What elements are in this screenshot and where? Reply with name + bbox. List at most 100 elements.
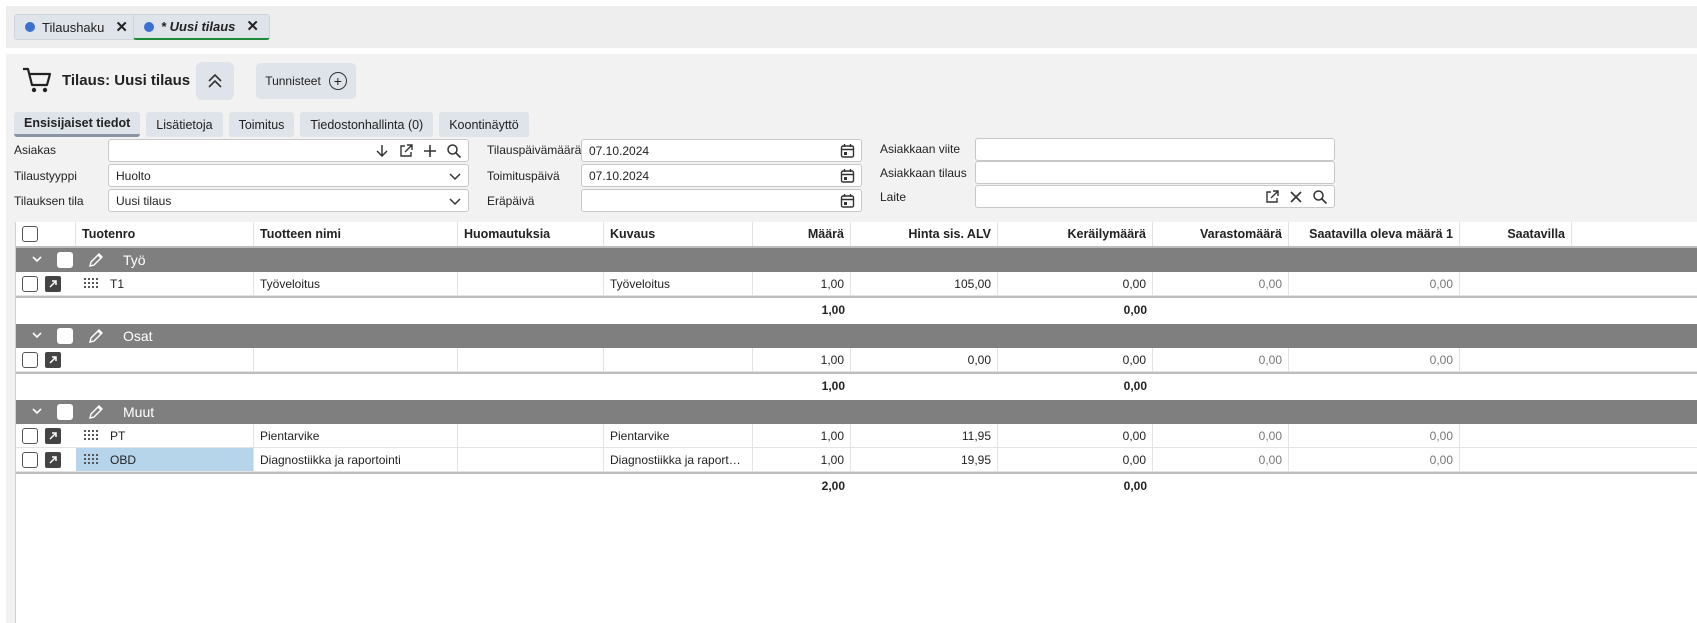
group-checkbox[interactable]: [57, 404, 73, 420]
open-row-icon[interactable]: [45, 428, 61, 444]
tab-tiedostonhallinta[interactable]: Tiedostonhallinta (0): [300, 112, 434, 137]
col-tuotteen-nimi[interactable]: Tuotteen nimi: [254, 222, 458, 246]
cell-kerailymaara[interactable]: 0,00: [998, 348, 1153, 371]
col-maara[interactable]: Määrä: [753, 222, 851, 246]
close-icon[interactable]: ✕: [246, 19, 259, 34]
close-icon[interactable]: ✕: [115, 20, 128, 35]
toimituspvm-value: 07.10.2024: [589, 168, 650, 183]
tilauspvm-field[interactable]: 07.10.2024: [581, 139, 862, 162]
col-saatavilla1[interactable]: Saatavilla oleva määrä 1: [1289, 222, 1460, 246]
col-hinta[interactable]: Hinta sis. ALV: [851, 222, 998, 246]
cell-tuotenro[interactable]: T1: [76, 272, 254, 295]
pencil-icon[interactable]: [87, 251, 105, 269]
group-checkbox[interactable]: [57, 328, 73, 344]
doc-tab-uusi-tilaus[interactable]: * Uusi tilaus ✕: [133, 14, 270, 40]
cell-tuotenro[interactable]: PT: [76, 424, 254, 447]
col-kerailymaara[interactable]: Keräilymäärä: [998, 222, 1153, 246]
row-checkbox[interactable]: [22, 276, 38, 292]
doc-tab-tilaushaku[interactable]: Tilaushaku ✕: [14, 14, 139, 40]
row-checkbox[interactable]: [22, 428, 38, 444]
select-all-checkbox[interactable]: [22, 226, 38, 242]
cell-huomautuksia[interactable]: [458, 272, 604, 295]
cell-hinta[interactable]: 0,00: [851, 348, 998, 371]
cell-maara[interactable]: 1,00: [753, 348, 851, 371]
asiakkaan-tilaus-field[interactable]: [975, 161, 1335, 184]
open-external-icon[interactable]: [398, 143, 414, 159]
search-icon[interactable]: [1312, 189, 1328, 205]
cell-nimi[interactable]: [254, 348, 458, 371]
plus-icon[interactable]: [422, 143, 438, 159]
group-header-muut[interactable]: Muut: [16, 400, 1697, 424]
laite-field[interactable]: [975, 185, 1335, 208]
table-row[interactable]: PT Pientarvike Pientarvike 1,00 11,95 0,…: [16, 424, 1697, 448]
tab-ensisijaiset-tiedot[interactable]: Ensisijaiset tiedot: [14, 112, 141, 137]
chevron-down-icon[interactable]: [30, 252, 44, 266]
cell-nimi[interactable]: Diagnostiikka ja raportointi: [254, 448, 458, 471]
cell-kerailymaara[interactable]: 0,00: [998, 424, 1153, 447]
col-tuotenro[interactable]: Tuotenro: [76, 222, 254, 246]
erapaiva-field[interactable]: [581, 189, 862, 212]
col-huomautuksia[interactable]: Huomautuksia: [458, 222, 604, 246]
tab-toimitus[interactable]: Toimitus: [228, 112, 295, 137]
calendar-icon[interactable]: [840, 168, 855, 184]
cell-maara[interactable]: 1,00: [753, 272, 851, 295]
col-kuvaus[interactable]: Kuvaus: [604, 222, 753, 246]
tilauksen-tila-select[interactable]: Uusi tilaus: [108, 189, 469, 212]
cell-varastomaara: 0,00: [1153, 424, 1289, 447]
pencil-icon[interactable]: [87, 403, 105, 421]
cell-huomautuksia[interactable]: [458, 424, 604, 447]
tab-lisatietoja[interactable]: Lisätietoja: [146, 112, 223, 137]
toimituspvm-field[interactable]: 07.10.2024: [581, 164, 862, 187]
chevron-down-icon[interactable]: [30, 404, 44, 418]
group-header-tyo[interactable]: Työ: [16, 248, 1697, 272]
collapse-button[interactable]: [196, 62, 234, 100]
cell-maara[interactable]: 1,00: [753, 448, 851, 471]
cell-hinta[interactable]: 11,95: [851, 424, 998, 447]
cell-kuvaus[interactable]: [604, 348, 753, 371]
search-icon[interactable]: [446, 143, 462, 159]
asiakas-field[interactable]: [108, 139, 469, 162]
cell-saatavilla1: 0,00: [1289, 424, 1460, 447]
col-varastomaara[interactable]: Varastomäärä: [1153, 222, 1289, 246]
cell-saatavilla1: 0,00: [1289, 448, 1460, 471]
table-row[interactable]: T1 Työveloitus Työveloitus 1,00 105,00 0…: [16, 272, 1697, 296]
cell-tuotenro[interactable]: [76, 348, 254, 371]
cell-kuvaus[interactable]: Pientarvike: [604, 424, 753, 447]
arrow-down-icon[interactable]: [374, 143, 390, 159]
cell-kuvaus[interactable]: Diagnostiikka ja raport…: [604, 448, 753, 471]
cell-nimi[interactable]: Työveloitus: [254, 272, 458, 295]
tab-koontinaytto[interactable]: Koontinäyttö: [439, 112, 529, 137]
group-checkbox[interactable]: [57, 252, 73, 268]
col-saatavilla[interactable]: Saatavilla: [1460, 222, 1572, 246]
cell-huomautuksia[interactable]: [458, 348, 604, 371]
group-header-osat[interactable]: Osat: [16, 324, 1697, 348]
cell-kerailymaara[interactable]: 0,00: [998, 448, 1153, 471]
open-row-icon[interactable]: [45, 352, 61, 368]
clear-icon[interactable]: [1288, 189, 1304, 205]
cell-nimi[interactable]: Pientarvike: [254, 424, 458, 447]
cell-kerailymaara[interactable]: 0,00: [998, 272, 1153, 295]
row-checkbox[interactable]: [22, 452, 38, 468]
cell-hinta[interactable]: 105,00: [851, 272, 998, 295]
table-row[interactable]: 1,00 0,00 0,00 0,00 0,00: [16, 348, 1697, 372]
calendar-icon[interactable]: [840, 193, 855, 209]
calendar-icon[interactable]: [840, 143, 855, 159]
page-title: Tilaus: Uusi tilaus: [62, 71, 191, 89]
cell-kuvaus[interactable]: Työveloitus: [604, 272, 753, 295]
asiakkaan-viite-field[interactable]: [975, 138, 1335, 161]
tilaustyyppi-select[interactable]: Huolto: [108, 164, 469, 187]
tilauspvm-value: 07.10.2024: [589, 143, 650, 158]
cell-tuotenro[interactable]: OBD: [76, 448, 254, 471]
pencil-icon[interactable]: [87, 327, 105, 345]
chevron-down-icon[interactable]: [30, 328, 44, 342]
cell-huomautuksia[interactable]: [458, 448, 604, 471]
open-external-icon[interactable]: [1264, 189, 1280, 205]
open-row-icon[interactable]: [45, 276, 61, 292]
drag-handle-icon[interactable]: [84, 454, 98, 464]
tags-button[interactable]: Tunnisteet +: [256, 63, 356, 99]
table-row[interactable]: OBD Diagnostiikka ja raportointi Diagnos…: [16, 448, 1697, 472]
open-row-icon[interactable]: [45, 452, 61, 468]
cell-maara[interactable]: 1,00: [753, 424, 851, 447]
row-checkbox[interactable]: [22, 352, 38, 368]
cell-hinta[interactable]: 19,95: [851, 448, 998, 471]
